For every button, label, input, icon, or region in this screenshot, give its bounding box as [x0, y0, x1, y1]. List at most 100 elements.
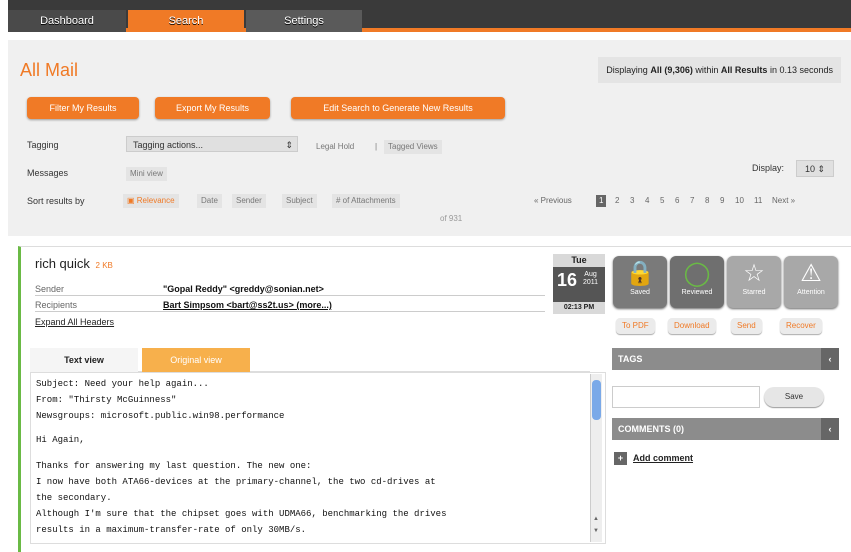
tab-text-view[interactable]: Text view [30, 348, 138, 372]
download-button[interactable]: Download [668, 318, 716, 334]
lock-icon: 🔒 [625, 260, 655, 287]
messages-label: Messages [27, 168, 69, 178]
date-dow: Tue [553, 254, 605, 267]
add-comment-label: Add comment [633, 453, 694, 463]
status-scope: All Results [720, 65, 768, 75]
display-label: Display: [752, 163, 785, 173]
reviewed-label: Reviewed [681, 289, 713, 296]
add-comment-link[interactable]: + Add comment [614, 452, 693, 465]
tagging-label: Tagging [27, 140, 59, 150]
body-line: Subject: Need your help again... [36, 379, 209, 389]
to-pdf-button[interactable]: To PDF [616, 318, 655, 334]
body-line: Although I'm sure that the chipset goes … [36, 509, 447, 519]
select-arrow-icon: ⇕ [285, 140, 293, 150]
save-tag-button[interactable]: Save [764, 387, 824, 407]
message-body: Subject: Need your help again... From: "… [30, 372, 606, 544]
sort-option-date[interactable]: Date [197, 194, 222, 208]
status-count: All (9,306) [650, 65, 693, 75]
export-results-button[interactable]: Export My Results [155, 97, 270, 119]
pager-page[interactable]: 7 [690, 195, 694, 207]
scroll-up-icon[interactable]: ▲ [593, 516, 599, 522]
plus-icon: + [614, 452, 627, 465]
legal-hold-link[interactable]: Legal Hold [312, 140, 358, 154]
starred-label: Starred [742, 289, 766, 296]
pager-page[interactable]: 11 [754, 195, 762, 207]
recover-button[interactable]: Recover [780, 318, 822, 334]
expand-headers-link[interactable]: Expand All Headers [35, 317, 114, 327]
tab-original-view[interactable]: Original view [142, 348, 250, 372]
scroll-down-icon[interactable]: ▼ [593, 528, 599, 534]
date-month-year: Aug 2011 [583, 271, 598, 287]
status-prefix: Displaying [606, 65, 648, 75]
page-title: All Mail [20, 60, 79, 80]
pager-page[interactable]: 2 [615, 195, 619, 207]
nav-tab-search[interactable]: Search [128, 10, 244, 32]
pager-page[interactable]: 10 [735, 195, 744, 207]
display-count-select[interactable]: 10 ⇕ [796, 160, 834, 177]
send-button[interactable]: Send [731, 318, 762, 334]
pager-page[interactable]: 8 [705, 195, 709, 207]
sort-label: Sort results by [27, 196, 85, 206]
warning-icon: ⚠ [800, 260, 822, 287]
starred-action-button[interactable]: ☆ Starred [727, 256, 781, 308]
status-suffix: in 0.13 seconds [769, 65, 833, 75]
message-subject: rich quick 2 KB [35, 256, 113, 271]
pager-page-current[interactable]: 1 [596, 195, 607, 207]
saved-action-button[interactable]: 🔒 Saved [613, 256, 667, 308]
body-line: I now have both ATA66-devices at the pri… [36, 477, 436, 487]
sort-option-relevance[interactable]: ▣ Relevance [123, 194, 179, 208]
chevron-left-icon[interactable]: ‹ [821, 418, 839, 440]
body-line: results in a maximum-transfer-rate of on… [36, 525, 307, 535]
recipients-value[interactable]: Bart Simpsom <bart@ss2t.us> (more...) [163, 298, 332, 312]
pager-page[interactable]: 4 [645, 195, 649, 207]
comments-section-header[interactable]: COMMENTS (0) ‹ [612, 418, 839, 440]
filter-results-button[interactable]: Filter My Results [27, 97, 139, 119]
sort-option-subject[interactable]: Subject [282, 194, 317, 208]
tags-section-header[interactable]: TAGS ‹ [612, 348, 839, 370]
sender-label: Sender [35, 284, 65, 294]
recipients-label: Recipients [35, 300, 78, 310]
scrollbar-thumb[interactable] [592, 380, 601, 420]
reviewed-action-button[interactable]: ◯ Reviewed [670, 256, 724, 308]
pager-page[interactable]: 9 [720, 195, 724, 207]
sort-option-sender[interactable]: Sender [232, 194, 266, 208]
edit-search-button[interactable]: Edit Search to Generate New Results [291, 97, 505, 119]
nav-tab-dashboard[interactable]: Dashboard [8, 10, 126, 32]
results-status: Displaying All (9,306) within All Result… [598, 57, 841, 83]
subject-text: rich quick [35, 256, 90, 271]
date-year: 2011 [583, 279, 599, 286]
mini-view-toggle[interactable]: Mini view [126, 167, 167, 181]
body-line: Thanks for answering my last question. T… [36, 461, 312, 471]
view-tabs: Text view Original view [30, 348, 590, 372]
body-line: the secondary. [36, 493, 112, 503]
body-line: Newsgroups: microsoft.public.win98.perfo… [36, 411, 285, 421]
message-date-badge: Tue 16 Aug 2011 02:13 PM [553, 254, 605, 314]
tagging-actions-select[interactable]: Tagging actions... ⇕ [126, 136, 298, 152]
separator: | [375, 142, 378, 151]
body-scrollbar[interactable]: ▲ ▼ [590, 374, 602, 542]
body-line: Hi Again, [36, 435, 85, 445]
pager-page[interactable]: 5 [660, 195, 664, 207]
nav-tab-settings[interactable]: Settings [246, 10, 362, 32]
message-size: 2 KB [95, 261, 113, 270]
header-sender-row: Sender "Gopal Reddy" <greddy@sonian.net> [35, 282, 545, 296]
tagged-views-link[interactable]: Tagged Views [384, 140, 442, 154]
attention-label: Attention [797, 289, 825, 296]
pager-page[interactable]: 3 [630, 195, 634, 207]
circle-icon: ◯ [683, 260, 711, 287]
attention-action-button[interactable]: ⚠ Attention [784, 256, 838, 308]
pager-previous[interactable]: « Previous [534, 195, 572, 207]
star-icon: ☆ [743, 260, 765, 287]
date-month: Aug [584, 271, 597, 278]
pager-page[interactable]: 6 [675, 195, 679, 207]
pager-next[interactable]: Next » [772, 195, 795, 207]
sort-relevance-label: Relevance [136, 196, 175, 205]
tags-title: TAGS [618, 354, 643, 364]
chevron-left-icon[interactable]: ‹ [821, 348, 839, 370]
body-line: From: "Thirsty McGuinness" [36, 395, 177, 405]
date-day: 16 [557, 270, 578, 290]
tagging-select-value: Tagging actions... [133, 140, 204, 150]
sort-option-attachments[interactable]: # of Attachments [332, 194, 400, 208]
tag-input[interactable] [612, 386, 760, 408]
display-count-value: 10 [804, 164, 815, 174]
